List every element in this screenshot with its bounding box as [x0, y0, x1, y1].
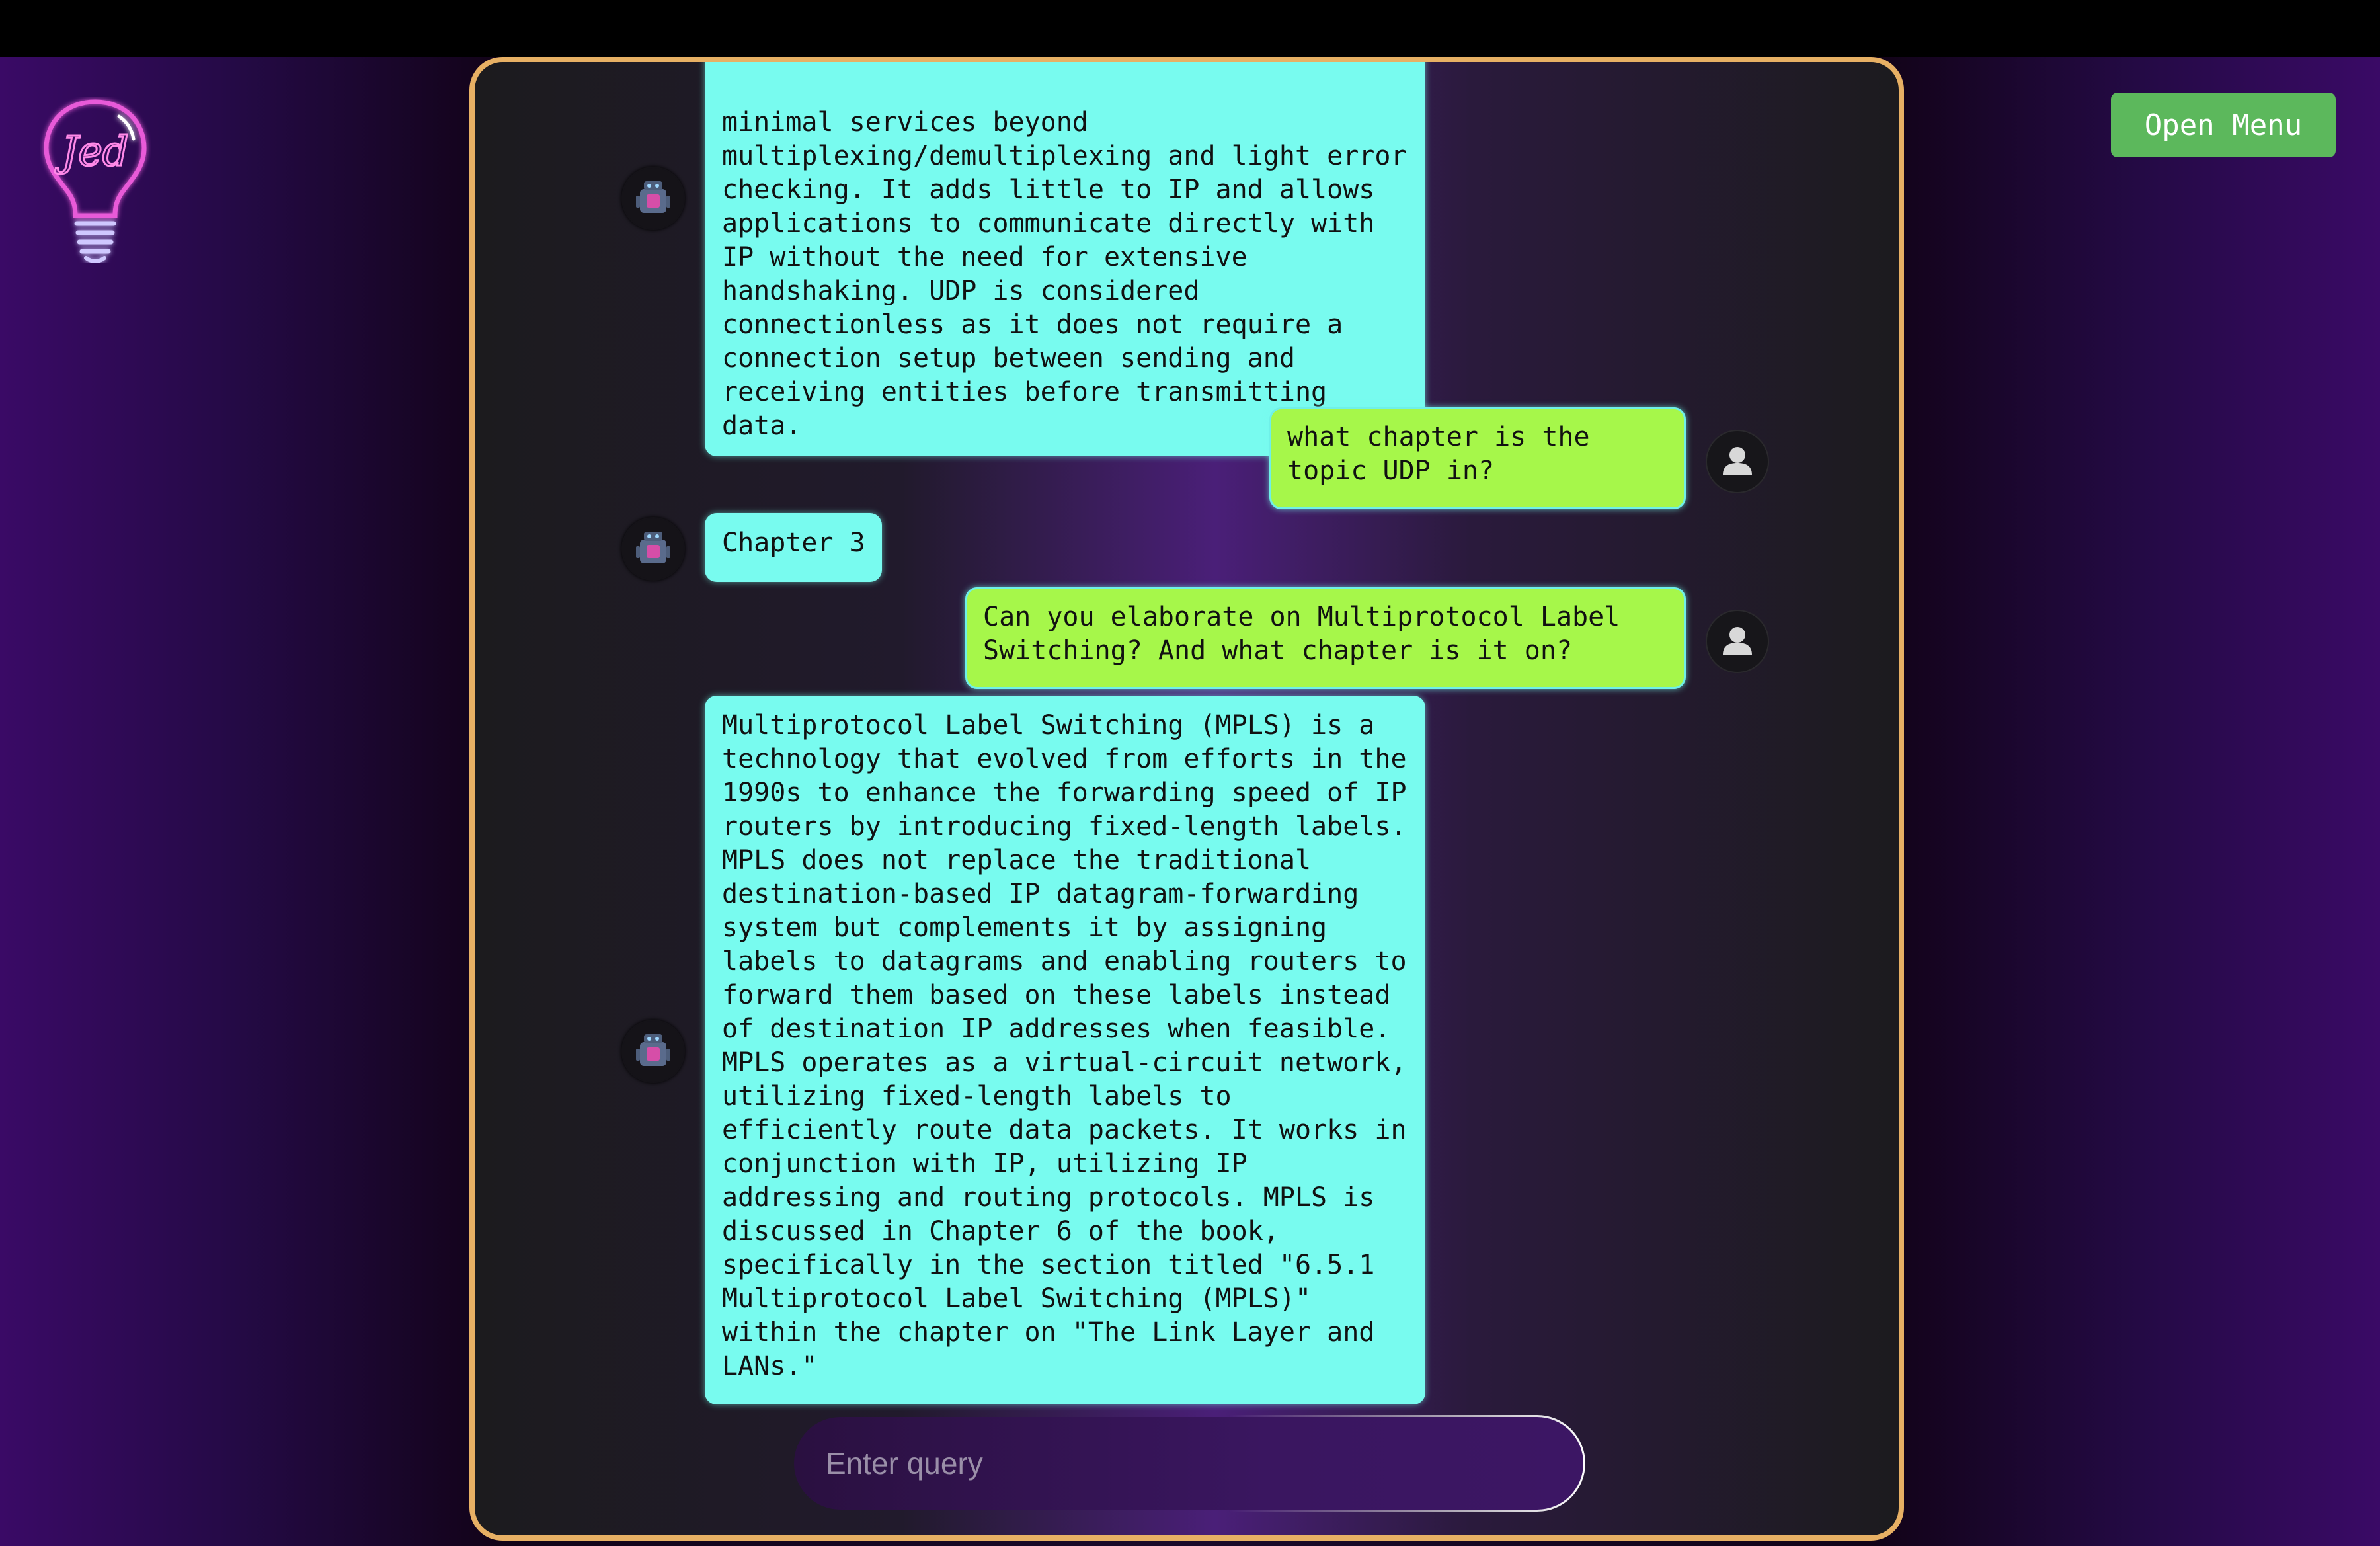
user-avatar [1706, 430, 1769, 493]
user-icon [1723, 627, 1752, 655]
robot-icon [623, 1021, 684, 1082]
user-icon [1723, 447, 1752, 475]
user-message: what chapter is the topic UDP in? [1269, 407, 1686, 509]
query-input[interactable] [792, 1415, 1585, 1512]
top-bar [0, 0, 2380, 57]
robot-icon [623, 518, 684, 579]
bot-message: Multiprotocol Label Switching (MPLS) is … [705, 696, 1425, 1404]
logo-text: Jed [54, 127, 128, 175]
bot-avatar [621, 517, 685, 581]
open-menu-button[interactable]: Open Menu [2111, 93, 2336, 157]
chat-panel: minimal services beyond multiplexing/dem… [469, 57, 1904, 1541]
bot-avatar [621, 1020, 685, 1083]
user-message: Can you elaborate on Multiprotocol Label… [965, 587, 1686, 689]
user-avatar [1706, 610, 1769, 673]
bot-message: minimal services beyond multiplexing/dem… [705, 62, 1425, 456]
bot-message: Chapter 3 [705, 513, 882, 582]
robot-icon [623, 168, 684, 229]
lightbulb-logo-icon: Jed [44, 99, 147, 263]
bot-avatar [621, 167, 685, 230]
